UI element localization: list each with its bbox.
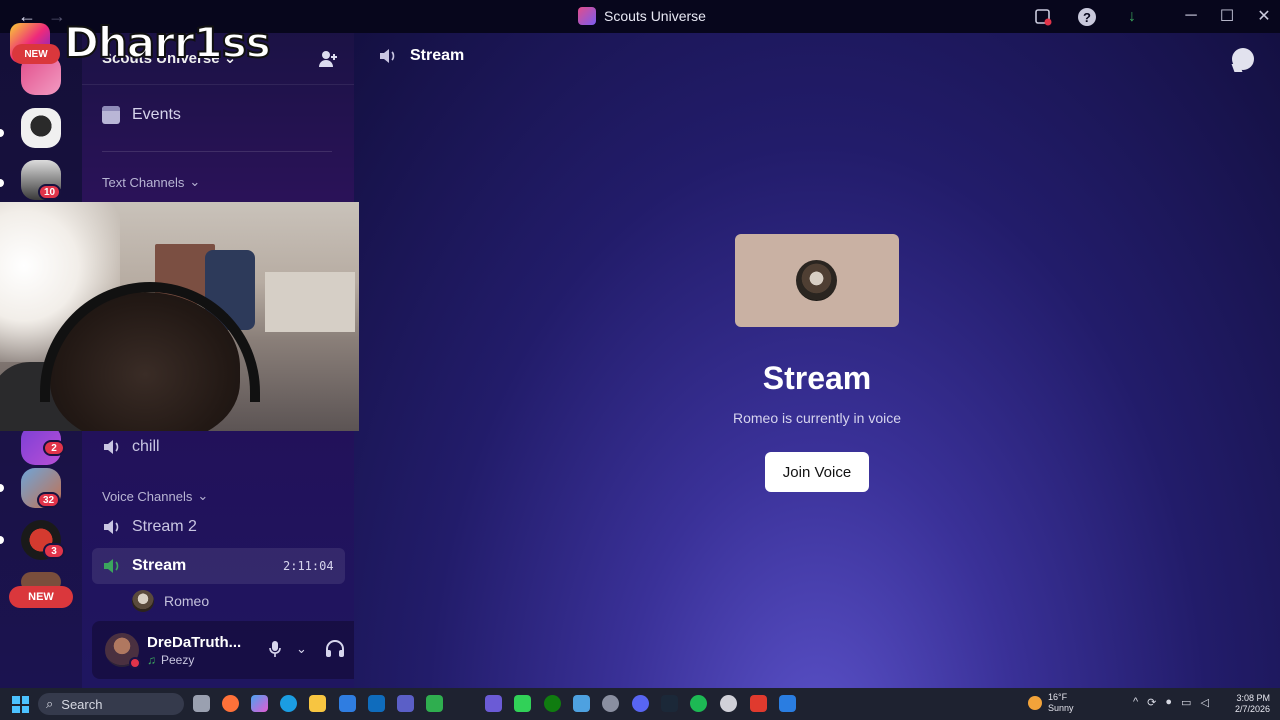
voice-status-text: Romeo is currently in voice xyxy=(732,410,902,426)
new-badge: NEW xyxy=(12,44,60,64)
unread-pip xyxy=(0,536,4,544)
voice-channel-title: Stream xyxy=(762,360,872,396)
voice-preview-card xyxy=(735,234,899,327)
username[interactable]: DreDaTruth... xyxy=(147,634,241,651)
main-content: Stream Stream Romeo is currently in voic… xyxy=(354,33,1280,688)
obs-icon[interactable] xyxy=(720,695,737,712)
tray-volume-icon[interactable]: ◁ xyxy=(1200,696,1208,709)
voice-user-romeo[interactable]: Romeo xyxy=(132,590,209,612)
app-window: ← → Scouts Universe ? ↓ ─ ☐ ✕ 10 2 32 3 xyxy=(0,0,1280,720)
system-tray: ^ ⟳ ● ▭ ◁ xyxy=(1133,696,1209,709)
category-voice-channels[interactable]: Voice Channels ⌄ xyxy=(102,488,208,504)
streamer-watermark: Dharr1ss NEW xyxy=(10,17,272,68)
outlook-icon[interactable] xyxy=(368,695,385,712)
mic-options-chevron-icon[interactable]: ⌄ xyxy=(296,641,307,657)
category-text-channels[interactable]: Text Channels ⌄ xyxy=(102,174,200,190)
events-row[interactable]: Events xyxy=(102,106,181,124)
teams-icon[interactable] xyxy=(397,695,414,712)
unread-pip xyxy=(0,484,4,492)
webcam-overlay xyxy=(0,202,359,431)
search-icon: ⌕ xyxy=(46,696,54,711)
steam-icon[interactable] xyxy=(661,695,678,712)
edge-icon[interactable] xyxy=(280,695,297,712)
photos-icon[interactable] xyxy=(573,695,590,712)
webcam-desk xyxy=(265,272,355,332)
channel-header-title: Stream xyxy=(378,47,464,65)
server-logo-icon xyxy=(578,7,596,25)
tray-chevron-icon[interactable]: ^ xyxy=(1133,696,1138,709)
user-activity: ♫ Peezy xyxy=(147,653,195,667)
minimize-icon[interactable]: ─ xyxy=(1180,5,1202,27)
maximize-icon[interactable]: ☐ xyxy=(1216,5,1238,27)
inbox-icon[interactable] xyxy=(1032,6,1054,28)
firefox-icon[interactable] xyxy=(222,695,239,712)
file-explorer-icon[interactable] xyxy=(309,695,326,712)
app-icon[interactable] xyxy=(750,695,767,712)
kick-icon[interactable] xyxy=(514,695,531,712)
windows-start-icon[interactable] xyxy=(12,696,29,713)
unread-pip xyxy=(0,129,4,137)
mention-badge: 3 xyxy=(43,543,65,559)
app-icon[interactable] xyxy=(779,695,796,712)
streamer-handle: Dharr1ss xyxy=(63,17,272,68)
speaker-icon xyxy=(378,47,398,65)
windows-taskbar: ⌕ Search 16°F Sunny ^ ⟳ ● ▭ ◁ 3:08 PM 2/… xyxy=(0,688,1280,720)
chat-bubble-icon[interactable] xyxy=(1232,48,1254,70)
tray-sync-icon[interactable]: ⟳ xyxy=(1147,696,1156,709)
new-unreads-pill[interactable]: NEW xyxy=(9,586,73,608)
copilot-icon[interactable] xyxy=(251,695,268,712)
tray-mic-icon[interactable]: ● xyxy=(1165,696,1172,709)
channel-chill[interactable]: chill xyxy=(102,438,160,456)
speaker-icon xyxy=(102,518,122,536)
app-icon[interactable] xyxy=(426,695,443,712)
sun-icon xyxy=(1028,696,1042,710)
mention-badge: 2 xyxy=(43,440,65,456)
speaker-icon xyxy=(102,438,122,456)
tray-network-icon[interactable]: ▭ xyxy=(1181,696,1191,709)
music-note-icon: ♫ xyxy=(147,653,156,667)
avatar xyxy=(132,590,154,612)
voice-channel-stream-2[interactable]: Stream 2 xyxy=(102,518,197,536)
settings-icon[interactable] xyxy=(602,695,619,712)
avatar xyxy=(796,260,837,301)
download-icon[interactable]: ↓ xyxy=(1121,6,1143,28)
header-divider xyxy=(82,84,354,85)
voice-channel-stream[interactable]: Stream xyxy=(102,557,186,575)
xbox-icon[interactable] xyxy=(544,695,561,712)
dnd-status-icon xyxy=(129,657,141,669)
invite-user-icon[interactable] xyxy=(318,50,338,73)
unread-pip xyxy=(0,179,4,187)
join-voice-button[interactable]: Join Voice xyxy=(765,452,869,492)
divider xyxy=(102,151,332,152)
calendar-icon xyxy=(102,106,120,124)
store-icon[interactable] xyxy=(339,695,356,712)
spotify-icon[interactable] xyxy=(690,695,707,712)
taskbar-clock[interactable]: 3:08 PM 2/7/2026 xyxy=(1232,693,1270,715)
headset-icon[interactable] xyxy=(325,640,345,663)
help-icon[interactable]: ? xyxy=(1076,6,1098,28)
close-icon[interactable]: ✕ xyxy=(1253,5,1275,27)
microphone-icon[interactable] xyxy=(268,640,282,663)
mention-badge: 10 xyxy=(38,184,62,200)
channel-header: Stream xyxy=(354,33,1280,83)
voice-timer: 2:11:04 xyxy=(283,559,334,573)
app-icon[interactable] xyxy=(485,695,502,712)
speaker-live-icon xyxy=(102,557,122,575)
mention-badge: 32 xyxy=(37,492,61,508)
window-title: Scouts Universe xyxy=(604,8,706,24)
task-view-icon[interactable] xyxy=(193,695,210,712)
weather-widget[interactable]: 16°F Sunny xyxy=(1028,692,1074,714)
taskbar-search[interactable]: ⌕ Search xyxy=(38,693,184,715)
server-icon[interactable] xyxy=(21,108,61,148)
window-title-group: Scouts Universe xyxy=(578,7,706,25)
discord-icon[interactable] xyxy=(632,695,649,712)
